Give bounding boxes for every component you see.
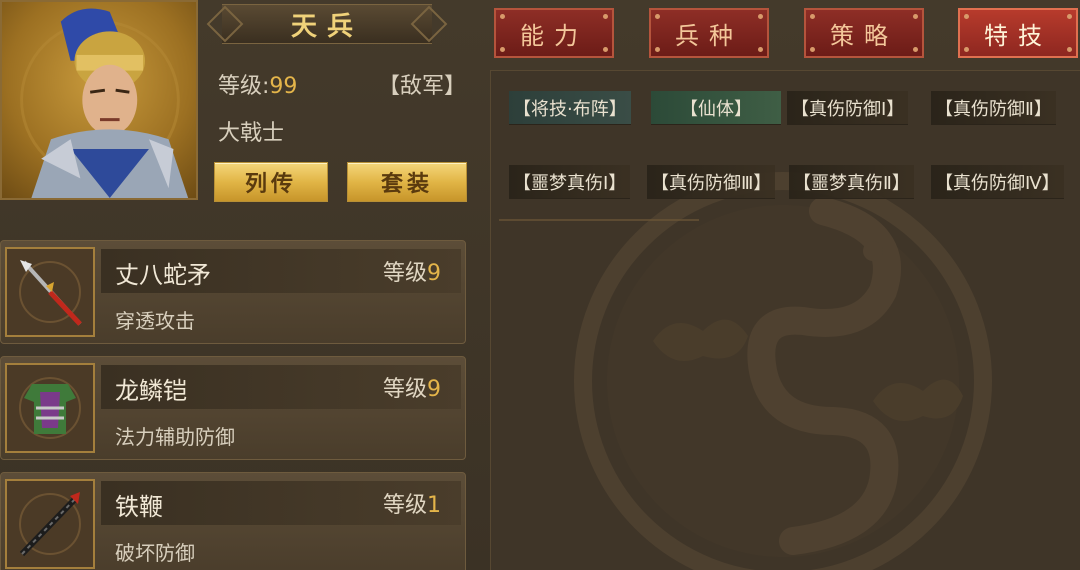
armor-icon: [5, 363, 95, 453]
equipment-level: 等级9: [383, 371, 441, 403]
skill-chip[interactable]: 【仙体】: [651, 91, 781, 125]
tab-label: 策略: [830, 21, 898, 50]
hero-level-value: 99: [269, 74, 298, 99]
equipment-slot-armor[interactable]: 龙鳞铠 等级9 法力辅助防御: [0, 356, 466, 460]
equipment-description: 破坏防御: [115, 541, 195, 565]
equipment-level-value: 9: [427, 377, 441, 402]
hero-detail-screen: 天兵 等级:99 【敌军】 大戟士 列传 套装 丈八蛇矛 等级9 穿透攻击 龙鳞…: [0, 0, 1080, 570]
skill-chip[interactable]: 【真伤防御Ⅳ】: [931, 165, 1064, 199]
skills-panel: 【将技·布阵】 【仙体】 【真伤防御Ⅰ】 【真伤防御Ⅱ】 【噩梦真伤Ⅰ】 【真伤…: [490, 70, 1080, 570]
equipment-level-value: 1: [427, 493, 441, 518]
skill-chip[interactable]: 【真伤防御Ⅰ】: [787, 91, 909, 125]
hero-title-plate: 天兵: [222, 4, 432, 44]
skill-chip[interactable]: 【真伤防御Ⅱ】: [931, 91, 1056, 125]
skill-chip[interactable]: 【噩梦真伤Ⅱ】: [789, 165, 914, 199]
skill-chip[interactable]: 【将技·布阵】: [509, 91, 631, 125]
equipment-name: 铁鞭: [115, 493, 163, 521]
tab-strategy[interactable]: 策略: [804, 8, 924, 58]
equipment-description: 穿透攻击: [115, 309, 195, 333]
divider: [499, 219, 699, 233]
equipment-level-label: 等级: [382, 261, 427, 286]
equipment-level: 等级9: [383, 255, 441, 287]
hero-title: 天兵: [290, 11, 363, 42]
equipment-level: 等级1: [383, 487, 441, 519]
skill-chip[interactable]: 【真伤防御Ⅲ】: [647, 165, 776, 199]
skill-chip[interactable]: 【噩梦真伤Ⅰ】: [509, 165, 631, 199]
hero-class: 大戟士: [218, 121, 285, 146]
equipment-slot-weapon[interactable]: 丈八蛇矛 等级9 穿透攻击: [0, 240, 466, 344]
equipment-slot-accessory[interactable]: 铁鞭 等级1 破坏防御: [0, 472, 466, 570]
tab-ability[interactable]: 能力: [494, 8, 614, 58]
spear-icon: [5, 247, 95, 337]
tab-label: 能力: [520, 21, 588, 50]
tab-label: 兵种: [675, 21, 743, 50]
equipment-level-label: 等级: [382, 493, 427, 518]
equipment-name: 龙鳞铠: [115, 377, 187, 405]
equipment-set-button[interactable]: 套装: [347, 162, 467, 202]
equipment-name: 丈八蛇矛: [115, 261, 211, 289]
hero-level: 等级:99: [218, 68, 297, 100]
hero-portrait-image: [20, 8, 189, 198]
whip-icon: [5, 479, 95, 569]
hero-portrait: [0, 0, 198, 200]
biography-button[interactable]: 列传: [214, 162, 328, 202]
hero-level-label: 等级:: [218, 74, 270, 99]
tab-troop-type[interactable]: 兵种: [649, 8, 769, 58]
equipment-level-value: 9: [427, 261, 441, 286]
equipment-description: 法力辅助防御: [115, 425, 235, 449]
tab-special-skill[interactable]: 特技: [958, 8, 1078, 58]
equipment-level-label: 等级: [382, 377, 427, 402]
hero-faction: 【敌军】: [378, 74, 467, 99]
tab-label: 特技: [984, 21, 1052, 50]
